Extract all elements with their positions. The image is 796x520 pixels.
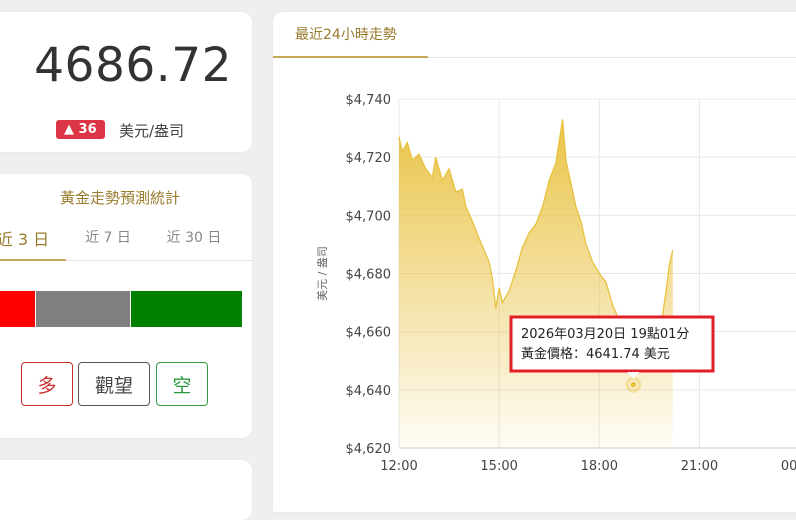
y-tick-label: $4,620 (346, 442, 392, 457)
next-card (0, 460, 252, 520)
tooltip-price: 黃金價格：4641.74 美元 (521, 346, 670, 362)
active-tab-indicator (0, 259, 66, 261)
x-tick-label: 18:00 (581, 459, 618, 474)
vote-long-button[interactable]: 多 (21, 362, 73, 406)
y-tick-label: $4,720 (346, 151, 392, 166)
forecast-bar-short (131, 291, 242, 327)
x-tick-label: 21:00 (681, 459, 718, 474)
x-tick-label: 12:00 (380, 459, 417, 474)
forecast-bar-long (0, 291, 35, 327)
price-area (399, 119, 673, 449)
vote-short-button[interactable]: 空 (156, 362, 208, 406)
price-change-badge: ▲ 36 (56, 120, 105, 139)
y-tick-label: $4,740 (346, 93, 392, 108)
price-unit-label: 美元/盎司 (119, 122, 185, 140)
y-tick-label: $4,680 (346, 268, 392, 283)
y-tick-label: $4,660 (346, 326, 392, 341)
price-chart[interactable]: $4,740 $4,720 $4,700 $4,680 $4,660 $4,640 $4,6… (273, 12, 796, 492)
tooltip-box (509, 315, 715, 373)
tab-3-days[interactable]: 近 3 日 (0, 226, 58, 250)
y-tick-label: $4,640 (346, 384, 392, 399)
x-tick-label: 00:00 (781, 459, 796, 474)
x-tick-label: 15:00 (480, 459, 517, 474)
gold-price-value: 4686.72 (34, 38, 232, 93)
forecast-title: 黃金走勢預測統計 (59, 189, 180, 207)
tooltip-marker (629, 380, 638, 389)
tab-7-days[interactable]: 近 7 日 (73, 227, 143, 247)
y-axis-label: 美元 / 盎司 (315, 246, 329, 301)
forecast-card: 黃金走勢預測統計 近 3 日 近 7 日 近 30 日 多 觀望 空 (0, 174, 252, 438)
y-tick-label: $4,700 (346, 209, 392, 224)
chart-card: 最近24小時走勢 $4,740 $4,720 $4,700 $4,680 $4,660 $… (273, 12, 796, 512)
forecast-bar-neutral (36, 291, 130, 327)
tooltip-date: 2026年03月20日 19點01分 (521, 327, 689, 342)
vote-watch-button[interactable]: 觀望 (78, 362, 150, 406)
price-card: 4686.72 ▲ 36 美元/盎司 (0, 12, 252, 152)
tab-30-days[interactable]: 近 30 日 (159, 227, 229, 247)
